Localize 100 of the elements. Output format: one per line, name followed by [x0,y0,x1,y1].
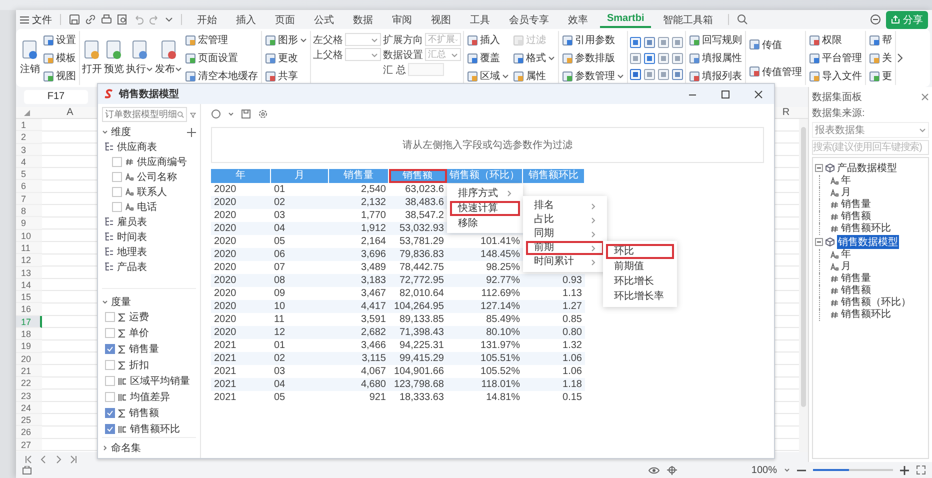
measure-item[interactable]: 区域平均销量 [130,374,190,388]
preview-icon[interactable] [117,14,128,25]
ribbon-button[interactable]: 引用参数 [561,33,625,47]
ribbon-button[interactable]: 传值管理 [748,64,803,78]
ribbon-button[interactable]: 填报属性 [688,51,743,65]
add-icon[interactable] [187,128,196,136]
tree-item[interactable]: 销售额 [841,211,871,223]
ribbon-button[interactable]: 权限 [808,33,863,47]
checkbox[interactable] [105,392,115,402]
checkbox[interactable] [105,312,115,322]
dropdown-field[interactable] [345,33,381,46]
menu-item[interactable]: 同期 [526,227,604,241]
ribbon-tab[interactable]: 开始 [190,10,224,28]
last-sheet-icon[interactable] [69,454,78,464]
field-item[interactable]: 联系人 [137,184,167,198]
menu-item[interactable]: 前期值 [606,259,674,274]
tree-item[interactable]: 销售额环比 [841,223,891,235]
chevron-right-icon[interactable] [897,53,904,63]
first-sheet-icon[interactable] [24,454,33,464]
close-icon[interactable] [921,93,929,101]
ribbon-button[interactable]: 关 [868,51,893,65]
checkbox[interactable] [105,408,115,418]
dropdown-field[interactable] [345,48,381,61]
menu-item[interactable]: 环比 [606,244,674,259]
settings-icon[interactable] [258,109,268,119]
ribbon-tab[interactable]: 公式 [307,10,341,28]
tree-item[interactable]: 供应商表 [117,140,157,154]
measure-item[interactable]: 销售额环比 [130,422,180,436]
ribbon-button[interactable]: 更 [868,69,893,83]
zoom-level[interactable]: 100% [751,464,777,476]
ribbon-button[interactable]: 区域 [466,69,510,83]
ribbon-button[interactable]: 图形 [264,33,308,47]
filter-drop-area[interactable]: 请从左侧拖入字段或勾选参数作为过滤 [211,127,764,163]
ribbon-button[interactable]: 共享 [264,69,308,83]
measure-item[interactable]: 单价 [129,326,149,340]
ribbon-button[interactable]: 更改 [264,51,308,65]
ribbon-button[interactable]: 插入 [466,33,510,47]
ribbon-button[interactable]: 模板 [42,51,77,65]
expander-icon[interactable] [815,164,823,172]
ribbon-button[interactable]: 导入文件 [808,69,863,83]
control-icon[interactable] [630,36,641,48]
tree-item[interactable]: 产品表 [117,260,147,274]
tree-item[interactable]: 销售额 [841,285,871,297]
ribbon-button[interactable]: 传值 [748,38,803,52]
checkbox[interactable] [105,360,115,370]
caret-icon[interactable] [784,467,790,473]
control-icon[interactable] [630,68,641,80]
tree-item[interactable]: 销售额（环比） [841,297,911,309]
ribbon-button[interactable]: 覆盖 [466,51,510,65]
link-icon[interactable] [85,14,96,25]
ribbon-tab[interactable]: 效率 [561,10,595,28]
column-header[interactable]: A [40,107,100,118]
tree-item[interactable]: 销售数据模型 [837,235,899,249]
ribbon-button[interactable]: 宏管理 [184,33,259,47]
next-sheet-icon[interactable] [54,454,63,464]
ribbon-button[interactable]: 视图 [42,69,77,83]
tree-item[interactable]: 产品数据模型 [837,161,897,175]
collapse-caret-icon[interactable] [102,129,108,135]
print-icon[interactable] [101,14,112,25]
menu-item[interactable]: 占比 [526,213,604,227]
collapse-icon[interactable] [870,14,881,25]
search-icon[interactable] [737,14,748,25]
ribbon-tab[interactable]: 插入 [229,10,263,28]
field-item[interactable]: 公司名称 [137,170,177,184]
select-all-icon[interactable] [24,110,30,116]
ribbon-tab[interactable]: 智能工具箱 [656,10,720,28]
control-icon[interactable] [672,36,683,48]
fullscreen-icon[interactable] [916,465,926,475]
checkbox[interactable] [105,344,115,354]
checkbox[interactable] [112,186,122,196]
collapse-caret-icon[interactable] [102,299,108,305]
model-dropdown[interactable]: 订单数据模型明细 [102,107,187,122]
control-icon[interactable] [644,52,655,64]
menu-item[interactable]: 排名 [526,199,604,213]
ribbon-button[interactable]: 格式 [512,51,556,65]
expander-icon[interactable] [815,238,823,246]
menu-item[interactable]: 快速计算 [450,201,520,216]
tree-item[interactable]: 销售量 [841,199,871,211]
control-icon[interactable] [658,36,669,48]
measure-item[interactable]: 均值差异 [130,390,170,404]
menu-item[interactable]: 时间累计 [526,255,604,269]
menu-item[interactable]: 排序方式 [450,186,520,201]
field-item[interactable]: 供应商编号 [137,154,187,168]
menu-item[interactable]: 环比增长率 [606,289,674,304]
save-icon[interactable] [69,14,80,25]
checkbox[interactable] [112,156,122,166]
checkbox[interactable] [112,172,122,182]
previous-sheet-icon[interactable] [39,454,48,464]
tree-item[interactable]: 地理表 [117,244,147,258]
tree-item[interactable]: 销售额环比 [841,309,891,321]
input-field[interactable] [408,63,444,76]
control-icon[interactable] [630,52,641,64]
ribbon-button[interactable]: 页面设置 [184,51,259,65]
search-field[interactable]: 搜索(建议使用回车键搜索) [812,140,929,155]
ribbon-button[interactable]: 帮 [868,33,893,47]
refresh-icon[interactable] [211,109,221,119]
control-icon[interactable] [644,68,655,80]
ribbon-button[interactable]: 注销 [20,31,40,85]
tree-item[interactable]: 月 [841,261,851,273]
tree-item[interactable]: 年 [841,175,851,187]
